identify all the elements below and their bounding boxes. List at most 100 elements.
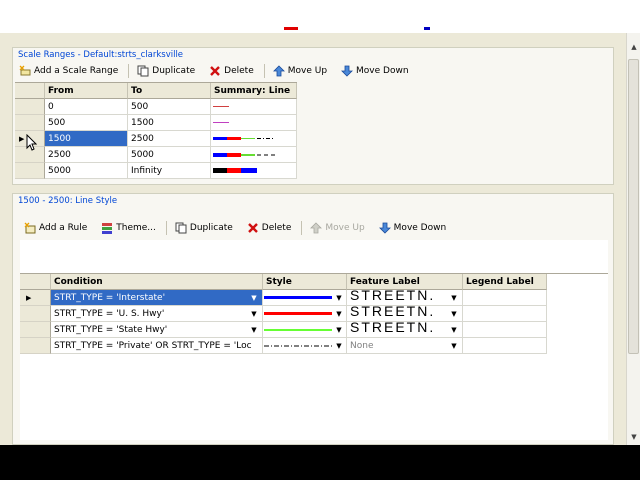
rule-feature-label-cell[interactable]: STREETN. ▼ <box>347 306 463 322</box>
move-up-rule-button[interactable]: Move Up <box>306 219 368 237</box>
scale-row[interactable]: 2500 5000 <box>15 147 297 163</box>
rule-feature-label-cell[interactable]: None ▼ <box>347 338 463 354</box>
line-summary-swatch <box>213 122 229 123</box>
rule-legend-label-cell[interactable] <box>463 290 547 306</box>
line-style-title: 1500 - 2500: Line Style <box>18 196 118 206</box>
move-down-scale-button[interactable]: Move Down <box>337 62 413 80</box>
scale-row-selected[interactable]: ▶ 1500 2500 <box>15 131 297 147</box>
add-scale-range-button[interactable]: Add a Scale Range <box>15 62 122 80</box>
chevron-down-icon[interactable]: ▼ <box>334 338 344 353</box>
move-up-scale-button[interactable]: Move Up <box>269 62 331 80</box>
row-header[interactable] <box>20 338 51 354</box>
rule-style-cell[interactable]: ▼ <box>263 290 347 306</box>
line-style-swatch <box>264 329 332 331</box>
rule-feature-label-cell[interactable]: STREETN. ▼ <box>347 290 463 306</box>
rule-condition-cell[interactable]: STRT_TYPE = 'Interstate' ▼ <box>51 290 263 306</box>
chevron-down-icon[interactable]: ▼ <box>449 322 459 337</box>
scale-summary-cell[interactable] <box>211 99 297 115</box>
column-style[interactable]: Style <box>263 274 347 290</box>
scale-to-cell[interactable]: Infinity <box>128 163 211 179</box>
move-down-rule-button[interactable]: Move Down <box>375 219 451 237</box>
row-header[interactable] <box>20 306 51 322</box>
rule-style-cell[interactable]: ▼ <box>263 306 347 322</box>
duplicate-icon <box>175 222 187 234</box>
line-summary-swatch <box>213 153 275 157</box>
scale-to-cell[interactable]: 1500 <box>128 115 211 131</box>
scale-from-cell[interactable]: 2500 <box>45 147 128 163</box>
delete-scale-button[interactable]: Delete <box>205 62 258 80</box>
scale-summary-cell[interactable] <box>211 115 297 131</box>
row-header-current[interactable]: ▶ <box>20 290 51 306</box>
rule-condition-text: STRT_TYPE = 'Interstate' <box>54 293 166 303</box>
scale-summary-cell[interactable] <box>211 131 297 147</box>
row-header[interactable] <box>20 322 51 338</box>
rule-condition-cell[interactable]: STRT_TYPE = 'Private' OR STRT_TYPE = 'Lo… <box>51 338 263 354</box>
theme-icon <box>101 222 113 234</box>
rule-legend-label-cell[interactable] <box>463 306 547 322</box>
chevron-down-icon[interactable]: ▼ <box>449 338 459 353</box>
row-header[interactable] <box>15 115 45 131</box>
chevron-down-icon[interactable]: ▼ <box>249 322 259 337</box>
rule-style-cell[interactable]: ▼ <box>263 338 347 354</box>
chevron-down-icon[interactable]: ▼ <box>334 306 344 321</box>
column-from[interactable]: From <box>45 83 128 99</box>
rule-feature-label-cell[interactable]: STREETN. ▼ <box>347 322 463 338</box>
column-summary-line[interactable]: Summary: Line <box>211 83 297 99</box>
move-down-scale-label: Move Down <box>356 66 409 76</box>
scale-row[interactable]: 500 1500 <box>15 115 297 131</box>
chevron-down-icon[interactable]: ▼ <box>249 306 259 321</box>
chevron-down-icon[interactable]: ▼ <box>249 290 259 305</box>
rule-row-selected[interactable]: ▶ STRT_TYPE = 'Interstate' ▼ ▼ STREETN. … <box>20 290 608 306</box>
theme-button[interactable]: Theme... <box>97 219 160 237</box>
toolbar-separator <box>263 64 265 78</box>
delete-rule-button[interactable]: Delete <box>243 219 296 237</box>
scale-to-cell[interactable]: 5000 <box>128 147 211 163</box>
scroll-up-icon[interactable]: ▲ <box>629 41 639 53</box>
rule-condition-cell[interactable]: STRT_TYPE = 'U. S. Hwy' ▼ <box>51 306 263 322</box>
row-header[interactable] <box>15 99 45 115</box>
add-rule-button[interactable]: Add a Rule <box>20 219 91 237</box>
duplicate-scale-button[interactable]: Duplicate <box>133 62 199 80</box>
add-rule-icon <box>24 222 36 234</box>
chevron-down-icon[interactable]: ▼ <box>449 290 459 305</box>
column-legend-label[interactable]: Legend Label <box>463 274 547 290</box>
feature-label-preview: STREETN. <box>350 290 436 300</box>
rule-legend-label-cell[interactable] <box>463 322 547 338</box>
add-scale-icon <box>19 65 31 77</box>
rule-condition-text: STRT_TYPE = 'State Hwy' <box>54 325 168 335</box>
rule-condition-cell[interactable]: STRT_TYPE = 'State Hwy' ▼ <box>51 322 263 338</box>
column-condition[interactable]: Condition <box>51 274 263 290</box>
scroll-down-icon[interactable]: ▼ <box>629 431 639 443</box>
scale-summary-cell[interactable] <box>211 163 297 179</box>
scale-from-cell[interactable]: 0 <box>45 99 128 115</box>
line-summary-swatch <box>213 168 257 173</box>
rule-row[interactable]: STRT_TYPE = 'State Hwy' ▼ ▼ STREETN. ▼ <box>20 322 608 338</box>
line-summary-swatch <box>213 137 275 140</box>
rule-legend-label-cell[interactable] <box>463 338 547 354</box>
duplicate-rule-button[interactable]: Duplicate <box>171 219 237 237</box>
rule-style-cell[interactable]: ▼ <box>263 322 347 338</box>
scale-from-cell[interactable]: 1500 <box>45 131 128 147</box>
column-to[interactable]: To <box>128 83 211 99</box>
chevron-down-icon[interactable]: ▼ <box>334 322 344 337</box>
scale-from-cell[interactable]: 5000 <box>45 163 128 179</box>
rule-row[interactable]: STRT_TYPE = 'Private' OR STRT_TYPE = 'Lo… <box>20 338 608 354</box>
chevron-down-icon[interactable]: ▼ <box>334 290 344 305</box>
rule-row[interactable]: STRT_TYPE = 'U. S. Hwy' ▼ ▼ STREETN. ▼ <box>20 306 608 322</box>
duplicate-rule-label: Duplicate <box>189 223 233 233</box>
delete-rule-label: Delete <box>261 223 292 233</box>
line-style-group: 1500 - 2500: Line Style Add a Rule Theme… <box>12 193 614 445</box>
scale-from-cell[interactable]: 500 <box>45 115 128 131</box>
rule-condition-text: STRT_TYPE = 'Private' OR STRT_TYPE = 'Lo… <box>54 341 252 351</box>
scale-summary-cell[interactable] <box>211 147 297 163</box>
scale-to-cell[interactable]: 500 <box>128 99 211 115</box>
scale-row[interactable]: 5000 Infinity <box>15 163 297 179</box>
vertical-scrollbar[interactable]: ▲ ▼ <box>626 33 640 445</box>
row-header[interactable] <box>15 163 45 179</box>
scale-to-cell[interactable]: 2500 <box>128 131 211 147</box>
scale-row[interactable]: 0 500 <box>15 99 297 115</box>
chevron-down-icon[interactable]: ▼ <box>449 306 459 321</box>
column-feature-label[interactable]: Feature Label <box>347 274 463 290</box>
rules-header: Condition Style Feature Label Legend Lab… <box>20 274 608 290</box>
scrollbar-thumb[interactable] <box>628 59 639 354</box>
